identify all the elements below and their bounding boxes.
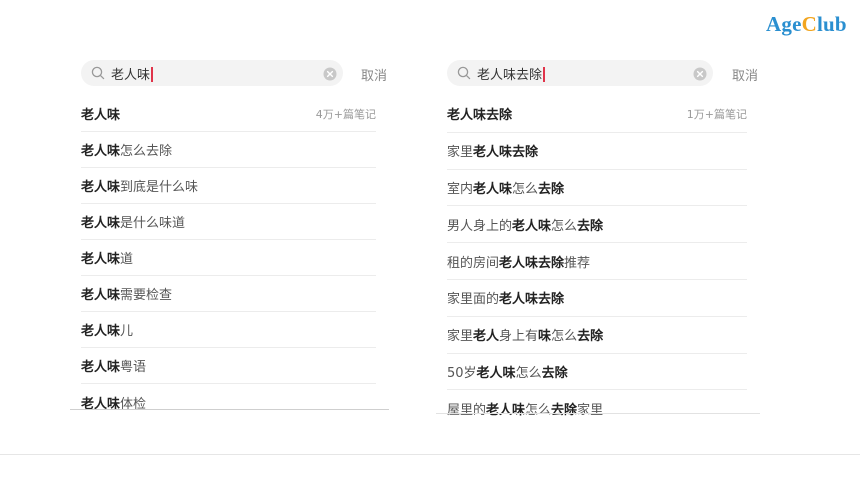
suggestion-item[interactable]: 屋里的 老人味 怎么 去除 家里 — [447, 390, 747, 427]
suggestion-highlight: 老人 — [473, 329, 500, 345]
suggestion-text: 儿 — [120, 324, 134, 339]
search-query-value: 老人味 — [111, 67, 151, 83]
suggestion-text: 家里 — [447, 329, 474, 345]
suggestion-highlight: 老人味 — [473, 181, 513, 197]
search-input[interactable]: 老人味 — [81, 60, 343, 86]
suggestion-text: 男人身上的 — [447, 218, 513, 234]
search-query-text[interactable]: 老人味 — [111, 64, 153, 83]
suggestion-highlight: 老人味去除 — [473, 145, 539, 161]
suggestion-text: 怎么 — [525, 403, 552, 419]
suggestion-text: 需要检查 — [120, 288, 173, 303]
suggestion-item[interactable]: 老人味 需要检查 — [81, 276, 376, 312]
suggestion-text: 租的房间 — [447, 255, 500, 271]
suggestion-item[interactable]: 家里 老人 身上有味怎么 去除 — [447, 317, 747, 354]
suggestion-item[interactable]: 老人味 到底是什么味 — [81, 168, 376, 204]
suggestion-highlight: 老人味 — [81, 324, 121, 339]
logo-part-c: C — [801, 12, 817, 36]
cancel-button[interactable]: 取消 — [361, 65, 387, 84]
suggestion-text: 家里面的 — [447, 292, 500, 308]
search-bar: 老人味 取消 — [81, 60, 389, 86]
suggestion-text: 怎么 — [551, 329, 578, 345]
suggestion-highlight: 去除 — [577, 218, 604, 234]
logo-part-lub: lub — [816, 12, 847, 36]
suggestion-list: 老人味 4万+篇笔记 老人味 怎么去除 老人味 到底是什么味 老人味 是什么味道 老人味道老人味… — [70, 96, 389, 420]
suggestion-text: 粤语 — [120, 360, 147, 375]
suggestion-item[interactable]: 家里 老人味去除 — [447, 133, 747, 170]
clear-icon[interactable] — [693, 66, 707, 81]
suggestion-item[interactable]: 室内 老人味 怎么 去除 — [447, 170, 747, 207]
suggestion-highlight: 老人味 — [81, 180, 121, 195]
suggestion-highlight: 老人味去除 — [499, 292, 565, 308]
search-query-value: 老人味去除 — [477, 67, 543, 83]
suggestion-item[interactable]: 老人味儿 — [81, 312, 376, 348]
search-panel-right: 老人味去除 取消 老人味去除 1万+篇笔记 家里 老人味去除 室内 老人味 怎么 去除 男人身上… — [436, 60, 760, 427]
search-bar: 老人味去除 取消 — [447, 60, 760, 86]
logo-part-age: Age — [766, 12, 802, 36]
text-caret — [151, 66, 153, 82]
suggestion-item[interactable]: 老人味 粤语 — [81, 348, 376, 384]
suggestion-item[interactable]: 老人味去除 1万+篇笔记 — [447, 96, 747, 133]
suggestion-text: 怎么 — [512, 181, 539, 197]
suggestion-item[interactable]: 老人味 4万+篇笔记 — [81, 96, 376, 132]
suggestion-item[interactable]: 老人味 体检 — [81, 384, 376, 420]
suggestion-text: 室内 — [447, 181, 474, 197]
note-count: 1万+篇笔记 — [686, 107, 747, 121]
search-input[interactable]: 老人味去除 — [447, 60, 713, 86]
suggestion-text: 怎么 — [551, 218, 578, 234]
suggestion-highlight: 去除 — [551, 403, 578, 419]
suggestion-text: 家里 — [577, 403, 604, 419]
suggestion-text: 道 — [120, 252, 134, 267]
search-query-text[interactable]: 老人味去除 — [477, 64, 545, 83]
suggestion-highlight: 老人味 — [512, 218, 552, 234]
suggestion-text: 怎么去除 — [120, 144, 173, 159]
suggestion-item[interactable]: 男人身上的 老人味 怎么 去除 — [447, 206, 747, 244]
suggestion-text: 是什么味道 — [120, 216, 186, 231]
search-icon — [457, 66, 471, 80]
suggestion-highlight: 老人味 — [486, 403, 526, 419]
suggestion-highlight: 老人味去除 — [499, 255, 565, 271]
suggestion-text: 身上有 — [499, 329, 539, 345]
text-caret — [543, 66, 545, 82]
suggestion-list: 老人味去除 1万+篇笔记 家里 老人味去除 室内 老人味 怎么 去除 男人身上的 老人味 怎么 去除租… — [436, 96, 760, 427]
suggestion-text: 推荐 — [564, 255, 591, 271]
suggestion-highlight: 老人味 — [81, 360, 121, 375]
suggestion-item[interactable]: 老人味道 — [81, 240, 376, 276]
suggestion-item[interactable]: 老人味 怎么去除 — [81, 132, 376, 168]
footer-divider — [0, 454, 860, 455]
suggestion-text: 怎么 — [515, 365, 542, 381]
clear-icon[interactable] — [323, 66, 337, 81]
note-count: 4万+篇笔记 — [315, 107, 376, 121]
ageclub-logo: AgeClub — [766, 12, 847, 37]
divider — [70, 409, 389, 410]
suggestion-highlight: 老人味 — [81, 108, 121, 123]
suggestion-highlight: 去除 — [577, 329, 604, 345]
suggestion-item[interactable]: 租的房间 老人味去除 推荐 — [447, 243, 747, 280]
cancel-button[interactable]: 取消 — [732, 65, 758, 84]
suggestion-item[interactable]: 老人味 是什么味道 — [81, 204, 376, 240]
suggestion-highlight: 去除 — [541, 365, 568, 381]
suggestion-text: 50岁 — [447, 365, 477, 381]
suggestion-highlight: 去除 — [538, 181, 565, 197]
search-panel-left: 老人味 取消 老人味 4万+篇笔记 老人味 怎么去除 老人味 到底是什么味 老人味 是什么味道… — [70, 60, 389, 420]
suggestion-highlight: 老人味 — [81, 216, 121, 231]
suggestion-highlight: 老人味 — [81, 288, 121, 303]
suggestion-highlight: 老人味 — [81, 144, 121, 159]
suggestion-text: 到底是什么味 — [120, 180, 199, 195]
divider — [436, 413, 760, 414]
suggestion-text: 家里 — [447, 145, 474, 161]
suggestion-highlight: 老人味 — [476, 365, 516, 381]
suggestion-item[interactable]: 50岁 老人味 怎么 去除 — [447, 354, 747, 391]
suggestion-highlight: 老人味去除 — [447, 108, 513, 124]
suggestion-text: 屋里的 — [447, 403, 487, 419]
suggestion-item[interactable]: 家里面的 老人味去除 — [447, 280, 747, 317]
suggestion-highlight: 味 — [538, 329, 552, 345]
suggestion-highlight: 老人味 — [81, 252, 121, 267]
search-icon — [91, 66, 105, 80]
